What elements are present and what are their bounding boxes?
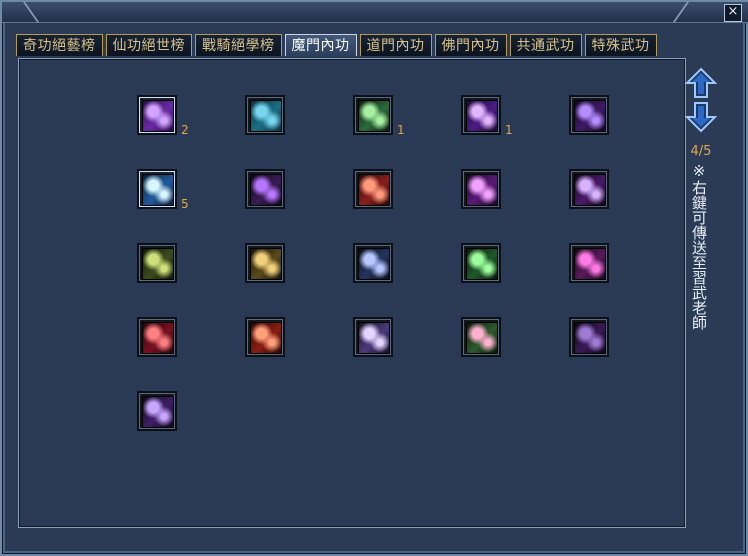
green-skull-icon <box>466 248 498 280</box>
skill-slot[interactable] <box>461 243 501 283</box>
skill-slot[interactable]: 2 <box>137 95 189 137</box>
purple-demon-icon <box>250 174 282 206</box>
skill-slot[interactable] <box>137 391 177 431</box>
title-bar <box>0 2 748 23</box>
purple-ghost-icon <box>142 396 174 428</box>
skill-slot[interactable] <box>137 317 177 357</box>
skill-slot[interactable] <box>353 169 393 209</box>
skill-slot[interactable] <box>137 243 177 283</box>
skill-slot[interactable] <box>245 169 285 209</box>
skill-slot[interactable] <box>353 317 393 357</box>
skill-count: 2 <box>181 123 189 137</box>
blue-swirl-icon <box>142 174 174 206</box>
pink-flame-icon <box>574 248 606 280</box>
skill-count: 1 <box>397 123 405 137</box>
hint-text: ※右鍵可傳送至習武老師 <box>690 162 708 330</box>
skill-slot[interactable]: 5 <box>137 169 189 211</box>
tab-4[interactable]: 道門內功 <box>359 34 432 56</box>
purple-rain-icon <box>466 174 498 206</box>
skill-grid-panel: 2 1 1 5 <box>18 58 686 528</box>
skill-slot[interactable] <box>461 317 501 357</box>
tab-6[interactable]: 共通武功 <box>509 34 582 56</box>
skill-count: 1 <box>505 123 513 137</box>
skill-slot[interactable] <box>569 95 609 135</box>
skill-slot[interactable] <box>569 243 609 283</box>
purple-claw-icon <box>574 100 606 132</box>
tab-2[interactable]: 戰騎絕學榜 <box>195 34 282 56</box>
purple-pillar-icon <box>574 174 606 206</box>
skill-slot[interactable] <box>245 317 285 357</box>
green-figure-icon <box>358 100 390 132</box>
tab-0[interactable]: 奇功絕藝榜 <box>16 34 103 56</box>
skill-count: 5 <box>181 197 189 211</box>
skill-slot[interactable]: 1 <box>353 95 405 137</box>
scroll-up-button[interactable] <box>684 66 718 100</box>
skill-slot[interactable]: 1 <box>461 95 513 137</box>
blue-spiral-icon <box>358 248 390 280</box>
red-slash-icon <box>358 174 390 206</box>
category-tabs: 奇功絕藝榜 仙功絕世榜 戰騎絕學榜 魔門內功 道門內功 佛門內功 共通武功 特殊… <box>16 34 660 58</box>
purple-fire-icon <box>142 100 174 132</box>
close-button[interactable]: × <box>724 4 742 22</box>
scroll-down-button[interactable] <box>684 100 718 134</box>
skill-slot[interactable] <box>245 95 285 135</box>
page-indicator: 4/5 <box>690 144 712 159</box>
gold-beast-icon <box>250 248 282 280</box>
purple-shadow-icon <box>574 322 606 354</box>
olive-beast-icon <box>142 248 174 280</box>
teal-wave-icon <box>250 100 282 132</box>
skill-slot[interactable] <box>353 243 393 283</box>
tab-3[interactable]: 魔門內功 <box>284 34 357 56</box>
title-bar-decor-left <box>0 2 40 22</box>
skill-window: × 奇功絕藝榜 仙功絕世榜 戰騎絕學榜 魔門內功 道門內功 佛門內功 共通武功 … <box>0 0 748 556</box>
skill-slot[interactable] <box>569 169 609 209</box>
tab-5[interactable]: 佛門內功 <box>434 34 507 56</box>
tab-7[interactable]: 特殊武功 <box>584 34 657 56</box>
purple-cloud-icon <box>358 322 390 354</box>
title-bar-decor-right <box>672 2 718 22</box>
purple-bubbles-icon <box>466 100 498 132</box>
green-aura-icon <box>466 322 498 354</box>
skill-slot[interactable] <box>461 169 501 209</box>
tab-1[interactable]: 仙功絕世榜 <box>105 34 192 56</box>
red-claw-icon <box>142 322 174 354</box>
skill-slot[interactable] <box>569 317 609 357</box>
red-blast-icon <box>250 322 282 354</box>
skill-slot[interactable] <box>245 243 285 283</box>
